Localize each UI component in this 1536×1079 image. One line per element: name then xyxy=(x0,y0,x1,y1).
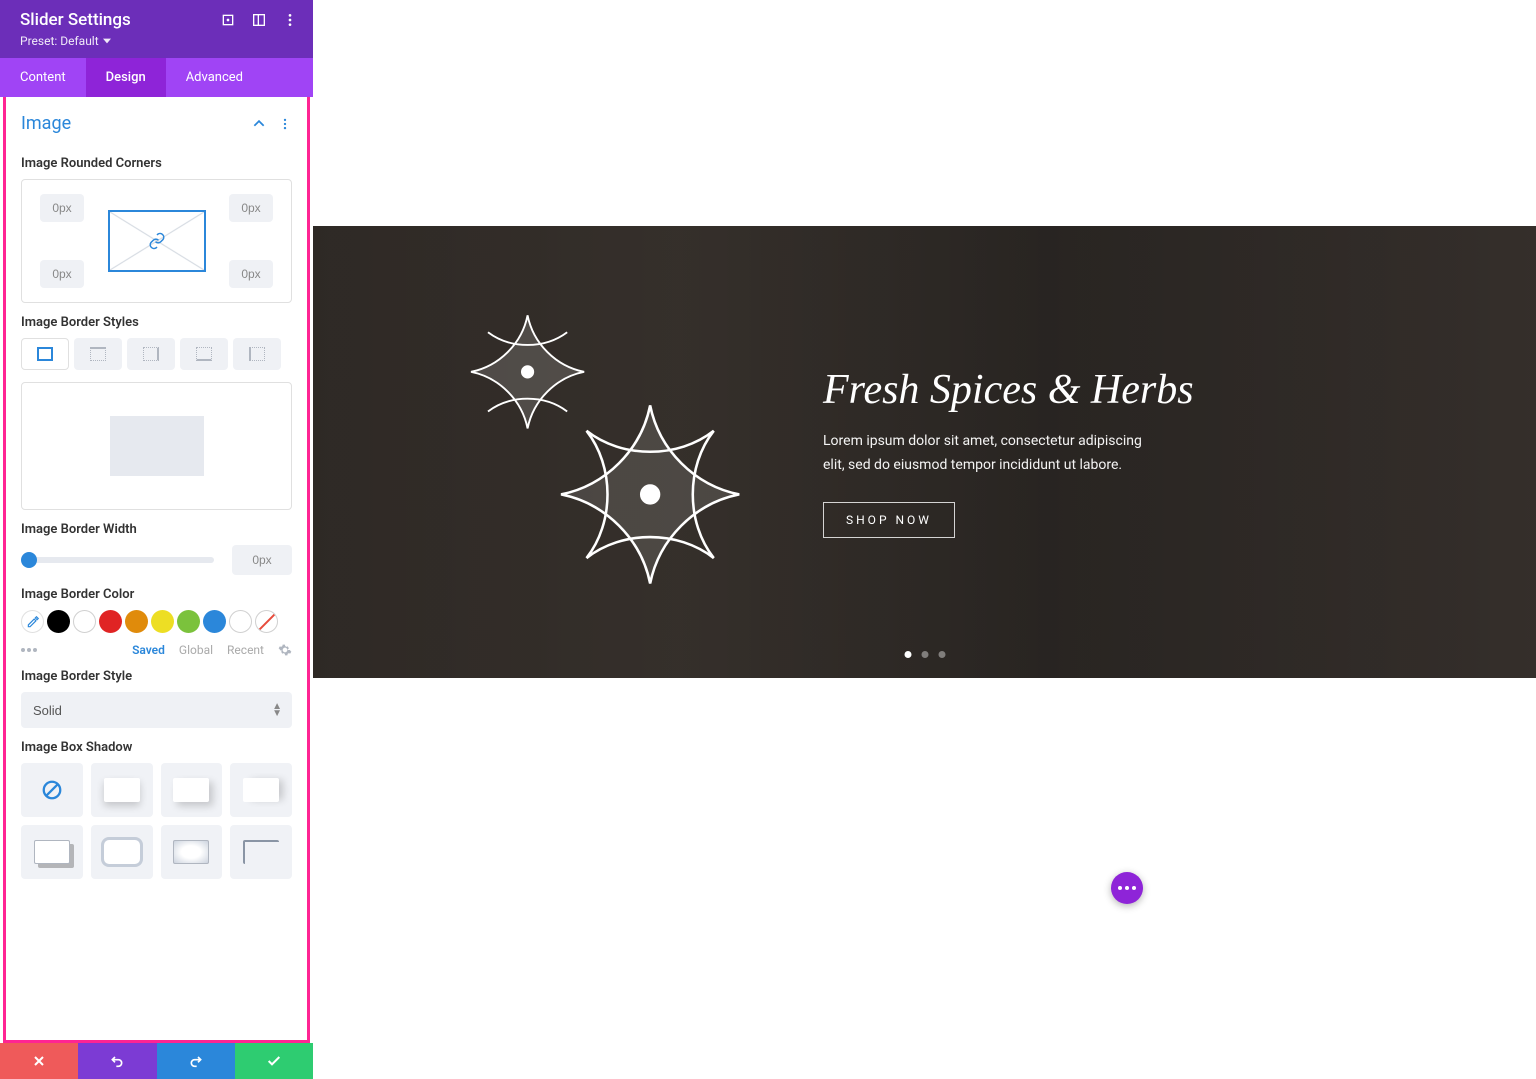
layout-icon[interactable] xyxy=(251,12,267,28)
color-tab-global[interactable]: Global xyxy=(179,643,213,657)
panel-header: Slider Settings Preset: Default xyxy=(0,0,313,58)
slider-module[interactable]: Fresh Spices & Herbs Lorem ipsum dolor s… xyxy=(313,226,1536,678)
corner-tr-input[interactable] xyxy=(229,194,273,222)
dot-1[interactable] xyxy=(904,651,911,658)
color-more-icon[interactable] xyxy=(21,648,37,652)
slider-dots[interactable] xyxy=(904,651,945,658)
shop-now-button[interactable]: SHOP NOW xyxy=(823,502,955,538)
border-side-bottom[interactable] xyxy=(180,338,228,370)
label-border-styles: Image Border Styles xyxy=(21,315,292,330)
border-width-slider[interactable] xyxy=(21,557,214,563)
shadow-preset-6[interactable] xyxy=(91,825,153,879)
page-preview: Fresh Spices & Herbs Lorem ipsum dolor s… xyxy=(313,0,1536,1079)
panel-footer xyxy=(0,1043,313,1079)
swatch-green[interactable] xyxy=(177,610,200,633)
swatch-transparent[interactable] xyxy=(255,610,278,633)
fab-more-button[interactable] xyxy=(1111,872,1143,904)
shadow-preset-8[interactable] xyxy=(230,825,292,879)
label-box-shadow: Image Box Shadow xyxy=(21,740,292,755)
border-side-all[interactable] xyxy=(21,338,69,370)
swatch-black[interactable] xyxy=(47,610,70,633)
swatch-white-2[interactable] xyxy=(229,610,252,633)
slide-description: Lorem ipsum dolor sit amet, consectetur … xyxy=(823,430,1163,478)
border-side-right[interactable] xyxy=(127,338,175,370)
tab-content[interactable]: Content xyxy=(0,58,86,97)
shadow-preset-2[interactable] xyxy=(91,763,153,817)
swatch-red[interactable] xyxy=(99,610,122,633)
preset-dropdown[interactable]: Preset: Default xyxy=(20,34,298,48)
shadow-preset-4[interactable] xyxy=(230,763,292,817)
settings-tabs: Content Design Advanced xyxy=(0,58,313,97)
section-title-image[interactable]: Image xyxy=(21,113,71,134)
label-border-color: Image Border Color xyxy=(21,587,292,602)
slide-image xyxy=(413,287,793,617)
tab-advanced[interactable]: Advanced xyxy=(166,58,263,97)
corner-bl-input[interactable] xyxy=(40,260,84,288)
collapse-icon[interactable] xyxy=(252,117,266,131)
slide-title: Fresh Spices & Herbs xyxy=(823,366,1476,414)
shadow-preset-7[interactable] xyxy=(161,825,223,879)
cancel-button[interactable] xyxy=(0,1043,78,1079)
border-side-left[interactable] xyxy=(233,338,281,370)
label-border-style: Image Border Style xyxy=(21,669,292,684)
corner-tl-input[interactable] xyxy=(40,194,84,222)
dot-3[interactable] xyxy=(938,651,945,658)
shadow-preset-3[interactable] xyxy=(161,763,223,817)
redo-button[interactable] xyxy=(157,1043,235,1079)
undo-button[interactable] xyxy=(78,1043,156,1079)
shadow-none[interactable] xyxy=(21,763,83,817)
swatch-blue[interactable] xyxy=(203,610,226,633)
panel-title: Slider Settings xyxy=(20,10,131,30)
color-picker-eyedropper[interactable] xyxy=(21,610,44,633)
more-icon[interactable] xyxy=(282,12,298,28)
color-tab-saved[interactable]: Saved xyxy=(132,643,165,657)
tab-design[interactable]: Design xyxy=(86,58,166,97)
label-rounded-corners: Image Rounded Corners xyxy=(21,156,292,171)
color-settings-icon[interactable] xyxy=(278,643,292,657)
swatch-orange[interactable] xyxy=(125,610,148,633)
color-tab-recent[interactable]: Recent xyxy=(227,643,264,657)
responsive-icon[interactable] xyxy=(220,12,236,28)
rounded-corners-control xyxy=(21,179,292,303)
save-button[interactable] xyxy=(235,1043,313,1079)
label-border-width: Image Border Width xyxy=(21,522,292,537)
corner-br-input[interactable] xyxy=(229,260,273,288)
shadow-preset-5[interactable] xyxy=(21,825,83,879)
border-style-select[interactable]: Solid xyxy=(21,692,292,728)
swatch-white[interactable] xyxy=(73,610,96,633)
dot-2[interactable] xyxy=(921,651,928,658)
border-preview xyxy=(21,382,292,510)
border-width-input[interactable] xyxy=(232,545,292,575)
border-side-top[interactable] xyxy=(74,338,122,370)
corner-link-toggle[interactable] xyxy=(108,210,206,272)
section-more-icon[interactable] xyxy=(278,117,292,131)
swatch-yellow[interactable] xyxy=(151,610,174,633)
